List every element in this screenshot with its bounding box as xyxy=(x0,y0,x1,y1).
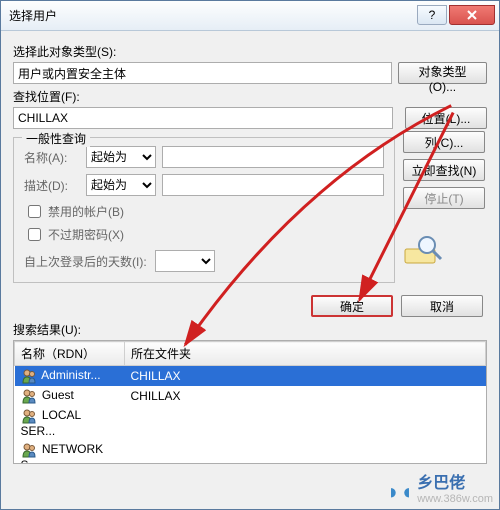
object-types-button[interactable]: 对象类型(O)... xyxy=(398,62,487,84)
side-buttons: 列(C)... 立即查找(N) 停止(T) xyxy=(403,129,487,287)
location-label: 查找位置(F): xyxy=(13,88,487,105)
row-folder: CHILLAX xyxy=(125,386,486,406)
table-row[interactable]: LOCAL SER... xyxy=(15,406,486,440)
titlebar: 选择用户 ? xyxy=(1,1,499,31)
col-folder-header[interactable]: 所在文件夹 xyxy=(125,342,486,366)
desc-label: 描述(D): xyxy=(24,177,80,194)
col-name-header[interactable]: 名称（RDN） xyxy=(15,342,125,366)
user-icon xyxy=(21,408,37,424)
location-button[interactable]: 位置(L)... xyxy=(405,107,487,129)
magnifier-icon xyxy=(403,233,443,267)
name-match-select[interactable]: 起始为 xyxy=(86,146,156,168)
stop-button[interactable]: 停止(T) xyxy=(403,187,485,209)
row-name: Administr... xyxy=(41,368,100,382)
object-types-field[interactable] xyxy=(13,62,392,84)
days-since-login-label: 自上次登录后的天数(I): xyxy=(24,253,147,270)
name-label: 名称(A): xyxy=(24,149,80,166)
disabled-accounts-checkbox[interactable]: 禁用的帐户(B) xyxy=(24,202,384,221)
table-row[interactable]: Guest CHILLAX xyxy=(15,386,486,406)
row-folder xyxy=(125,406,486,440)
row-folder xyxy=(125,440,486,464)
watermark-brand: 乡巴佬 xyxy=(417,475,465,492)
dialog-body: 选择此对象类型(S): 对象类型(O)... 查找位置(F): 位置(L)...… xyxy=(1,31,499,470)
dialog-select-users: 选择用户 ? 选择此对象类型(S): 对象类型(O)... 查找位置(F): 位… xyxy=(0,0,500,510)
table-row[interactable]: Administr... CHILLAX xyxy=(15,366,486,387)
object-types-label: 选择此对象类型(S): xyxy=(13,43,487,60)
ok-button[interactable]: 确定 xyxy=(311,295,393,317)
user-icon xyxy=(21,388,37,404)
non-expiring-pw-checkbox[interactable]: 不过期密码(X) xyxy=(24,225,384,244)
general-query-fieldset: 一般性查询 名称(A): 起始为 描述(D): 起始为 禁用的帐户(B) xyxy=(13,137,395,283)
close-button[interactable] xyxy=(449,5,495,25)
help-button[interactable]: ? xyxy=(417,5,447,25)
columns-button[interactable]: 列(C)... xyxy=(403,131,485,153)
results-grid[interactable]: 名称（RDN） 所在文件夹 Administr... CHILLAX Guest C… xyxy=(13,340,487,464)
window-title: 选择用户 xyxy=(9,7,417,24)
general-legend: 一般性查询 xyxy=(22,130,90,147)
row-folder: CHILLAX xyxy=(125,366,486,387)
results-label: 搜索结果(U): xyxy=(13,321,487,338)
days-since-login-select[interactable] xyxy=(155,250,215,272)
row-name: Guest xyxy=(42,388,74,402)
results-table: 名称（RDN） 所在文件夹 Administr... CHILLAX Guest C… xyxy=(14,341,486,464)
disabled-accounts-box[interactable] xyxy=(28,205,41,218)
watermark: ◗◖ 乡巴佬 www.386w.com xyxy=(387,469,493,505)
window-buttons: ? xyxy=(417,5,495,27)
non-expiring-pw-box[interactable] xyxy=(28,228,41,241)
user-icon xyxy=(21,442,37,458)
location-field[interactable] xyxy=(13,107,393,129)
table-row[interactable]: NETWORK S... xyxy=(15,440,486,464)
cancel-button[interactable]: 取消 xyxy=(401,295,483,317)
desc-match-select[interactable]: 起始为 xyxy=(86,174,156,196)
general-section: 一般性查询 名称(A): 起始为 描述(D): 起始为 禁用的帐户(B) xyxy=(13,129,487,287)
user-icon xyxy=(21,368,37,384)
close-icon xyxy=(466,9,478,21)
search-graphic xyxy=(403,233,443,270)
watermark-url: www.386w.com xyxy=(417,493,493,505)
desc-input[interactable] xyxy=(162,174,384,196)
dialog-footer: 确定 取消 xyxy=(13,295,483,317)
watermark-logo-icon: ◗◖ xyxy=(387,479,414,505)
name-input[interactable] xyxy=(162,146,384,168)
find-now-button[interactable]: 立即查找(N) xyxy=(403,159,485,181)
